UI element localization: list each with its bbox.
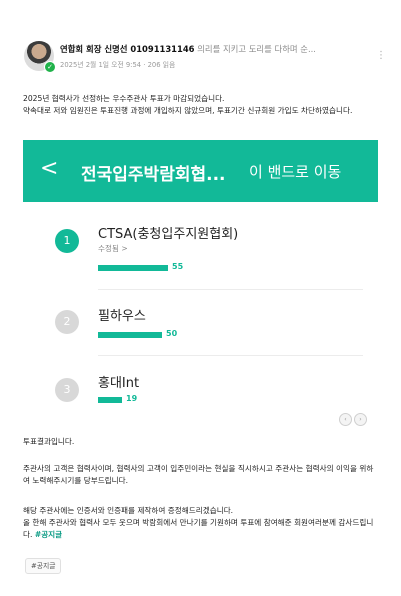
author-description: 의리를 지키고 도리를 다하며 순... <box>197 44 316 54</box>
hashtag-link[interactable]: #공지글 <box>35 530 62 539</box>
post-intro: 2025년 협력사가 선정하는 우수주관사 투표가 마감되었습니다. 약속대로 … <box>23 93 378 117</box>
image-pager[interactable]: ‹ › <box>339 406 369 426</box>
author-line[interactable]: 연합회 회장 신명선 01091131146 의리를 지키고 도리를 다하며 순… <box>60 43 360 55</box>
body-paragraph-2-line-1: 해당 주관사에는 인증서와 인증패를 제작하여 증정해드리겠습니다. <box>23 506 234 515</box>
option-name: CTSA(충청입주지원협회) <box>98 227 239 242</box>
option-name: 필하우스 <box>98 309 146 324</box>
intro-line-1: 2025년 협력사가 선정하는 우수주관사 투표가 마감되었습니다. <box>23 94 225 103</box>
go-to-band-button[interactable]: 이 밴드로 이동 <box>249 161 341 182</box>
pager-next-icon[interactable]: › <box>354 413 367 426</box>
rank-badge: 2 <box>55 310 79 334</box>
band-title[interactable]: 전국입주박람회협... <box>81 160 226 185</box>
more-options-icon[interactable]: ⋮ <box>376 50 386 61</box>
vote-count: 19 <box>126 394 138 403</box>
pager-prev-icon[interactable]: ‹ <box>339 413 352 426</box>
back-chevron-icon[interactable]: < <box>40 156 58 182</box>
vote-option-2[interactable]: 2 필하우스 50 <box>23 290 378 360</box>
vote-bar <box>98 332 162 338</box>
post-meta: 2025년 2월 1일 오전 9:54 · 206 읽음 <box>60 61 176 69</box>
vote-count: 50 <box>166 329 178 338</box>
band-link-bar[interactable]: < 전국입주박람회협... 이 밴드로 이동 <box>23 140 378 202</box>
option-name: 홍대Int <box>98 376 140 391</box>
rank-badge: 1 <box>55 229 79 253</box>
intro-line-2: 약속대로 저와 임원진은 투표진행 과정에 개입하지 않았으며, 투표기간 신규… <box>23 106 353 115</box>
vote-option-1[interactable]: 1 CTSA(충청입주지원협회) 수정됨 > 55 <box>23 205 378 290</box>
vote-bar <box>98 265 168 271</box>
body-paragraph-2-text: 올 한해 주관사와 협력사 모두 웃으며 박람회에서 만나기를 기원하며 투표에… <box>23 518 374 539</box>
divider <box>98 355 363 356</box>
post-header: ✓ 연합회 회장 신명선 01091131146 의리를 지키고 도리를 다하며… <box>20 38 386 78</box>
vote-count: 55 <box>172 262 184 271</box>
body-paragraph-2: 해당 주관사에는 인증서와 인증패를 제작하여 증정해드리겠습니다. 올 한해 … <box>23 505 378 541</box>
edited-link[interactable]: 수정됨 > <box>98 243 128 254</box>
author-name[interactable]: 연합회 회장 신명선 01091131146 <box>60 44 195 54</box>
vote-option-3[interactable]: 3 홍대Int 19 <box>23 360 378 420</box>
rank-badge: 3 <box>55 378 79 402</box>
body-paragraph-2-line-2: 올 한해 주관사와 협력사 모두 웃으며 박람회에서 만나기를 기원하며 투표에… <box>23 517 378 541</box>
body-paragraph-1: 주관사의 고객은 협력사이며, 협력사의 고객이 입주민이라는 현실을 직시하시… <box>23 464 374 485</box>
vote-bar <box>98 397 122 403</box>
result-heading: 투표결과입니다. <box>23 437 75 446</box>
verified-badge-icon: ✓ <box>44 61 56 73</box>
tag-chip[interactable]: #공지글 <box>25 558 62 574</box>
